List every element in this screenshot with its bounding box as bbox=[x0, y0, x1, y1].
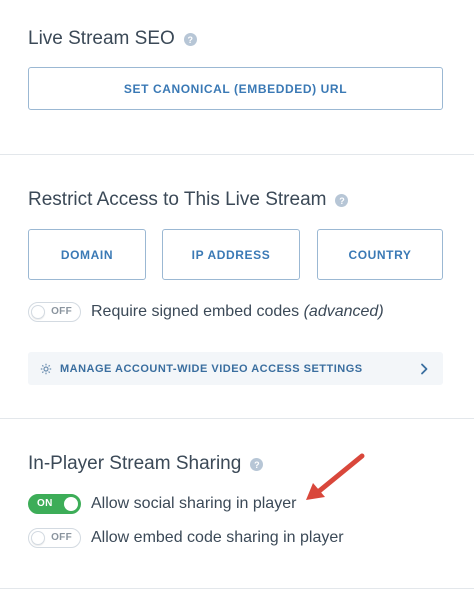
chevron-right-icon bbox=[420, 363, 429, 375]
sharing-heading: In-Player Stream Sharing ? bbox=[28, 453, 264, 475]
restrict-heading-text: Restrict Access to This Live Stream bbox=[28, 189, 327, 210]
toggle-state-label: ON bbox=[37, 498, 53, 509]
manage-access-settings-link[interactable]: MANAGE ACCOUNT-WIDE VIDEO ACCESS SETTING… bbox=[28, 352, 443, 385]
signed-embed-row: OFF Require signed embed codes (advanced… bbox=[28, 302, 384, 322]
section-divider bbox=[0, 154, 474, 155]
sharing-heading-text: In-Player Stream Sharing bbox=[28, 453, 242, 474]
country-button[interactable]: COUNTRY bbox=[317, 229, 443, 280]
toggle-knob bbox=[31, 531, 45, 545]
toggle-state-label: OFF bbox=[51, 532, 72, 543]
restrict-heading: Restrict Access to This Live Stream ? bbox=[28, 189, 349, 211]
ip-address-button[interactable]: IP ADDRESS bbox=[162, 229, 300, 280]
gear-icon bbox=[40, 363, 52, 375]
signed-embed-label-note: (advanced) bbox=[303, 303, 384, 320]
signed-embed-label-main: Require signed embed codes bbox=[91, 303, 300, 320]
signed-embed-toggle[interactable]: OFF bbox=[28, 302, 81, 322]
social-sharing-row: ON Allow social sharing in player bbox=[28, 494, 296, 514]
seo-heading-text: Live Stream SEO bbox=[28, 28, 175, 49]
social-sharing-label: Allow social sharing in player bbox=[91, 495, 297, 512]
set-canonical-url-button[interactable]: SET CANONICAL (EMBEDDED) URL bbox=[28, 67, 443, 110]
embed-sharing-label: Allow embed code sharing in player bbox=[91, 529, 344, 546]
toggle-knob bbox=[31, 305, 45, 319]
seo-heading: Live Stream SEO ? bbox=[28, 28, 197, 50]
social-sharing-toggle[interactable]: ON bbox=[28, 494, 81, 514]
help-icon[interactable]: ? bbox=[335, 194, 349, 207]
domain-button[interactable]: DOMAIN bbox=[28, 229, 146, 280]
toggle-knob bbox=[64, 497, 78, 511]
section-divider bbox=[0, 418, 474, 419]
toggle-state-label: OFF bbox=[51, 306, 72, 317]
manage-access-settings-label: MANAGE ACCOUNT-WIDE VIDEO ACCESS SETTING… bbox=[60, 362, 363, 375]
help-icon[interactable]: ? bbox=[183, 33, 197, 46]
help-icon[interactable]: ? bbox=[250, 458, 264, 471]
signed-embed-label: Require signed embed codes (advanced) bbox=[91, 303, 384, 321]
embed-sharing-toggle[interactable]: OFF bbox=[28, 528, 81, 548]
annotation-arrow bbox=[306, 453, 365, 500]
section-divider bbox=[0, 588, 474, 589]
embed-sharing-row: OFF Allow embed code sharing in player bbox=[28, 528, 344, 548]
